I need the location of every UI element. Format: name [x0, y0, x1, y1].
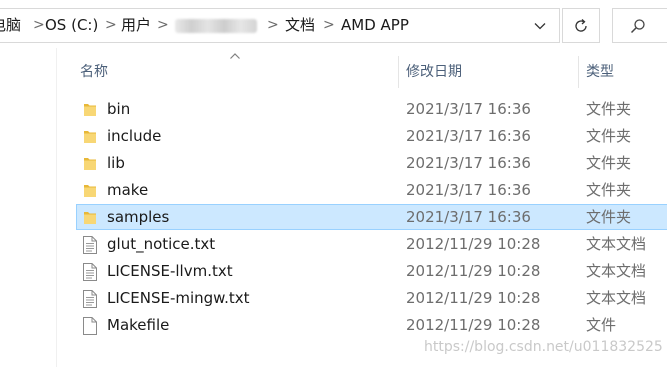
file-type: 文本文档: [586, 235, 647, 253]
file-type: 文件夹: [586, 154, 632, 172]
file-row[interactable]: lib 2021/3/17 16:36 文件夹: [76, 150, 667, 176]
file-type: 文本文档: [586, 262, 647, 280]
column-header-type[interactable]: 类型: [586, 55, 614, 89]
file-date-modified: 2012/11/29 10:28: [406, 235, 541, 253]
breadcrumb-separator-icon[interactable]: >: [33, 9, 45, 42]
breadcrumb-documents[interactable]: 文档: [285, 9, 315, 42]
address-toolbar: 电脑 > OS (C:) > 用户 > > 文档 > AMD APP: [0, 0, 667, 48]
file-row[interactable]: make 2021/3/17 16:36 文件夹: [76, 177, 667, 203]
breadcrumb-this-pc[interactable]: 电脑: [0, 9, 21, 42]
folder-icon: [83, 128, 97, 148]
file-date-modified: 2021/3/17 16:36: [406, 154, 531, 172]
file-row[interactable]: LICENSE-llvm.txt 2012/11/29 10:28 文本文档: [76, 258, 667, 284]
file-date-modified: 2021/3/17 16:36: [406, 208, 531, 226]
file-date-modified: 2021/3/17 16:36: [406, 127, 531, 145]
sort-ascending-icon: [230, 53, 240, 59]
file-icon: [83, 317, 97, 339]
breadcrumb-separator-icon[interactable]: >: [157, 9, 169, 42]
file-name: LICENSE-mingw.txt: [107, 289, 250, 307]
breadcrumb-amd-app[interactable]: AMD APP: [341, 9, 409, 42]
file-name: Makefile: [107, 316, 170, 334]
breadcrumb-username-blurred[interactable]: [175, 19, 257, 33]
file-row[interactable]: include 2021/3/17 16:36 文件夹: [76, 123, 667, 149]
file-name: glut_notice.txt: [107, 235, 216, 253]
file-type: 文本文档: [586, 289, 647, 307]
navigation-pane-edge: [56, 48, 57, 367]
file-name: include: [107, 127, 162, 145]
breadcrumb-separator-icon[interactable]: >: [105, 9, 117, 42]
file-name: LICENSE-llvm.txt: [107, 262, 233, 280]
file-row[interactable]: samples 2021/3/17 16:36 文件夹: [76, 204, 667, 230]
search-box[interactable]: [612, 8, 667, 43]
column-header-name[interactable]: 名称: [80, 55, 108, 89]
folder-icon: [83, 155, 97, 175]
refresh-icon: [575, 18, 587, 32]
file-row[interactable]: LICENSE-mingw.txt 2012/11/29 10:28 文本文档: [76, 285, 667, 311]
file-type: 文件夹: [586, 100, 632, 118]
file-date-modified: 2012/11/29 10:28: [406, 289, 541, 307]
breadcrumb-separator-icon[interactable]: >: [267, 9, 279, 42]
file-type: 文件夹: [586, 208, 632, 226]
folder-icon: [83, 182, 97, 202]
column-divider[interactable]: [398, 56, 399, 88]
address-history-dropdown[interactable]: [521, 9, 559, 42]
file-name: samples: [107, 208, 170, 226]
folder-icon: [83, 209, 97, 229]
file-row[interactable]: bin 2021/3/17 16:36 文件夹: [76, 96, 667, 122]
folder-icon: [83, 101, 97, 121]
address-bar[interactable]: 电脑 > OS (C:) > 用户 > > 文档 > AMD APP: [0, 8, 560, 43]
file-name: lib: [107, 154, 125, 172]
file-type: 文件: [586, 316, 617, 334]
search-icon: [630, 19, 645, 34]
text-file-icon: [83, 263, 97, 285]
refresh-button[interactable]: [562, 8, 600, 43]
column-header-date-modified[interactable]: 修改日期: [406, 55, 462, 89]
watermark: https://blog.csdn.net/u011832525: [424, 339, 663, 355]
file-row[interactable]: Makefile 2012/11/29 10:28 文件: [76, 312, 667, 338]
file-name: make: [107, 181, 149, 199]
file-type: 文件夹: [586, 127, 632, 145]
chevron-down-icon: [534, 22, 546, 29]
text-file-icon: [83, 236, 97, 258]
file-name: bin: [107, 100, 131, 118]
file-date-modified: 2012/11/29 10:28: [406, 262, 541, 280]
breadcrumb-separator-icon[interactable]: >: [323, 9, 335, 42]
file-date-modified: 2012/11/29 10:28: [406, 316, 541, 334]
file-date-modified: 2021/3/17 16:36: [406, 181, 531, 199]
file-type: 文件夹: [586, 181, 632, 199]
breadcrumb-drive-c[interactable]: OS (C:): [45, 9, 98, 42]
breadcrumb-users[interactable]: 用户: [121, 9, 151, 42]
file-row[interactable]: glut_notice.txt 2012/11/29 10:28 文本文档: [76, 231, 667, 257]
text-file-icon: [83, 290, 97, 312]
file-date-modified: 2021/3/17 16:36: [406, 100, 531, 118]
column-divider[interactable]: [578, 56, 579, 88]
